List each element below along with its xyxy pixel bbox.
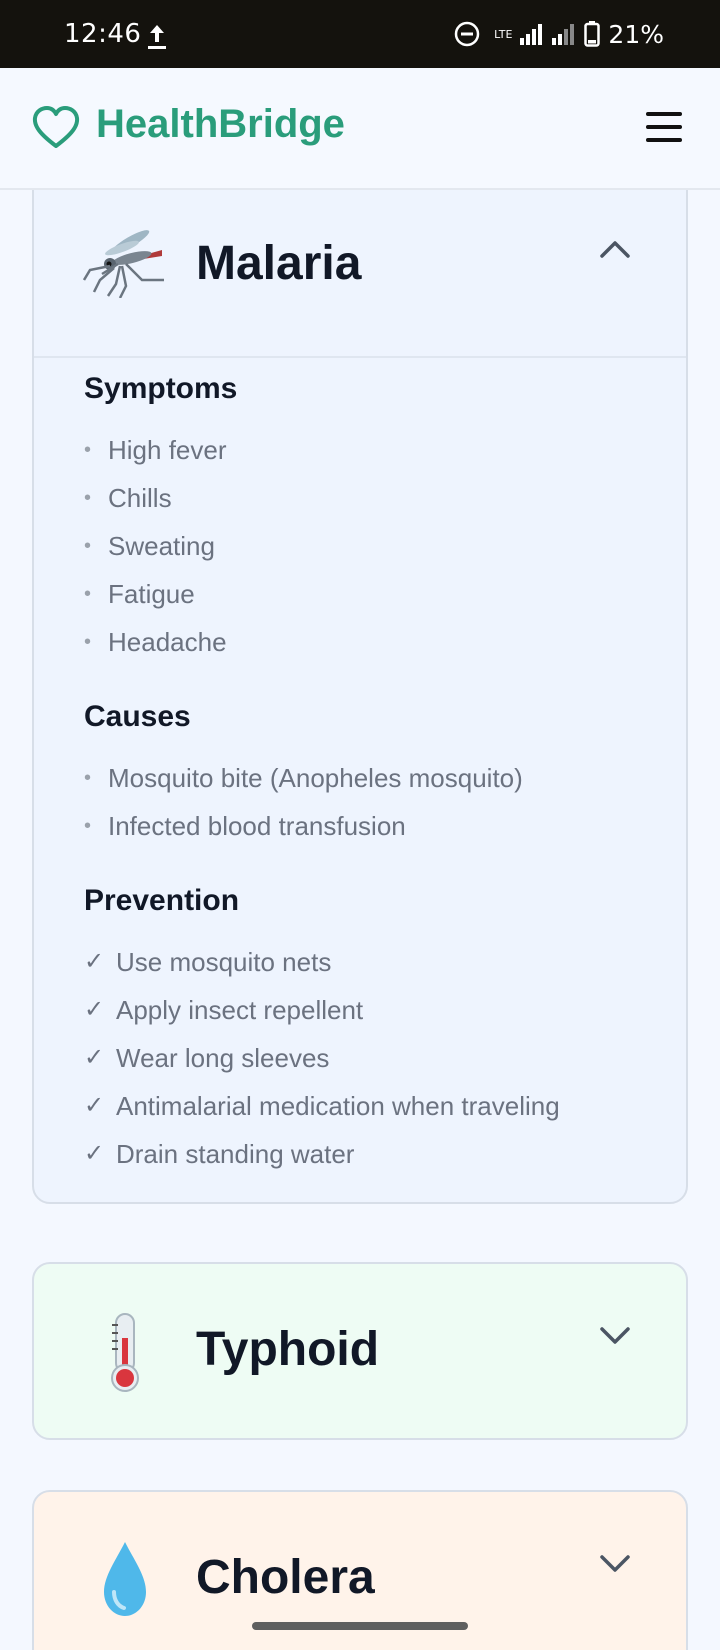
droplet-icon (104, 1542, 146, 1616)
list-item: Infected blood transfusion (84, 802, 523, 850)
mosquito-icon (82, 230, 164, 298)
list-item: Mosquito bite (Anopheles mosquito) (84, 754, 523, 802)
disease-title: Cholera (196, 1551, 375, 1604)
home-indicator[interactable] (252, 1622, 468, 1630)
status-icons: LTE 21% (454, 20, 664, 49)
list-item: Fatigue (84, 570, 227, 618)
list-item-text: Antimalarial medication when traveling (116, 1091, 560, 1121)
disease-card-malaria: Malaria Symptoms High fever Chills Sweat… (32, 190, 688, 1204)
menu-line (646, 125, 682, 129)
upload-icon (148, 25, 166, 49)
causes-heading: Causes (84, 700, 191, 733)
chevron-down-icon[interactable] (598, 1552, 632, 1574)
app-header: HealthBridge (0, 68, 720, 190)
heart-logo-icon[interactable] (32, 106, 80, 150)
list-item: ✓ Apply insect repellent (84, 986, 560, 1034)
list-item: Headache (84, 618, 227, 666)
menu-line (646, 112, 682, 116)
check-icon: ✓ (84, 1044, 105, 1071)
list-item: Chills (84, 474, 227, 522)
chevron-down-icon[interactable] (598, 1324, 632, 1346)
list-item: ✓ Antimalarial medication when traveling (84, 1082, 560, 1130)
symptoms-list: High fever Chills Sweating Fatigue Heada… (84, 426, 227, 666)
list-item: ✓ Use mosquito nets (84, 938, 560, 986)
status-bar: 12:46 LTE 21% (0, 0, 720, 68)
disease-card-typhoid[interactable]: Typhoid (32, 1262, 688, 1440)
disease-card-header[interactable]: Typhoid (34, 1264, 686, 1438)
battery-icon (584, 21, 601, 47)
battery-percent: 21% (608, 19, 664, 49)
prevention-heading: Prevention (84, 884, 240, 917)
do-not-disturb-icon (454, 21, 480, 47)
signal-icon-2 (552, 24, 575, 45)
list-item: Sweating (84, 522, 227, 570)
check-icon: ✓ (84, 948, 105, 975)
disease-title: Typhoid (196, 1323, 380, 1376)
prevention-list: ✓ Use mosquito nets ✓ Apply insect repelle… (84, 938, 560, 1178)
check-icon: ✓ (84, 1140, 105, 1167)
network-type: LTE (494, 27, 513, 41)
thermometer-icon (111, 1313, 139, 1392)
hamburger-menu-button[interactable] (646, 112, 686, 146)
chevron-up-icon[interactable] (598, 238, 632, 260)
status-time: 12:46 (64, 19, 142, 49)
list-item: High fever (84, 426, 227, 474)
list-item-text: Wear long sleeves (116, 1043, 330, 1073)
brand-name[interactable]: HealthBridge (96, 102, 345, 147)
list-item: ✓ Wear long sleeves (84, 1034, 560, 1082)
disease-card-header[interactable]: Malaria (34, 190, 686, 358)
list-item-text: Apply insect repellent (116, 995, 364, 1025)
menu-line (646, 138, 682, 142)
symptoms-heading: Symptoms (84, 372, 238, 405)
disease-list: Malaria Symptoms High fever Chills Sweat… (0, 190, 720, 1650)
disease-title: Malaria (196, 237, 362, 290)
check-icon: ✓ (84, 1092, 105, 1119)
list-item-text: Drain standing water (116, 1139, 355, 1169)
causes-list: Mosquito bite (Anopheles mosquito) Infec… (84, 754, 523, 850)
signal-icon (520, 24, 543, 45)
list-item: ✓ Drain standing water (84, 1130, 560, 1178)
list-item-text: Use mosquito nets (116, 947, 332, 977)
check-icon: ✓ (84, 996, 105, 1023)
